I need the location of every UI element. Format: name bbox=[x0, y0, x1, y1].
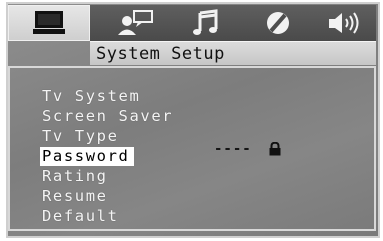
menu-item-rating[interactable]: Rating bbox=[40, 167, 110, 185]
menu-item-tv-system[interactable]: Tv System bbox=[40, 87, 142, 105]
menu-item-default[interactable]: Default bbox=[40, 207, 121, 225]
tab-speaker[interactable] bbox=[316, 5, 372, 41]
speaker-icon bbox=[329, 12, 359, 34]
person-chat-icon bbox=[118, 10, 153, 35]
menu-tab-bar bbox=[8, 5, 376, 41]
page-title-bar: System Setup bbox=[90, 41, 376, 65]
osd-screen: System Setup Tv System Screen Saver Tv T… bbox=[0, 0, 383, 241]
page-title: System Setup bbox=[96, 44, 225, 64]
password-value[interactable]: ---- bbox=[214, 141, 252, 157]
settings-menu: Tv System Screen Saver Tv Type Password … bbox=[40, 86, 175, 226]
music-note-icon bbox=[193, 9, 218, 35]
menu-item-screen-saver[interactable]: Screen Saver bbox=[40, 107, 175, 125]
menu-item-resume[interactable]: Resume bbox=[40, 187, 110, 205]
tab-audio[interactable] bbox=[180, 5, 232, 41]
menu-item-password[interactable]: Password bbox=[40, 147, 134, 166]
padlock-icon bbox=[269, 142, 281, 156]
tab-system-setup[interactable] bbox=[8, 5, 90, 41]
disc-icon bbox=[267, 12, 289, 34]
tab-video[interactable] bbox=[252, 5, 304, 41]
tab-language[interactable] bbox=[108, 5, 164, 41]
menu-item-tv-type[interactable]: Tv Type bbox=[40, 127, 121, 145]
settings-list-panel: Tv System Screen Saver Tv Type Password … bbox=[8, 66, 376, 231]
monitor-icon bbox=[33, 11, 65, 34]
